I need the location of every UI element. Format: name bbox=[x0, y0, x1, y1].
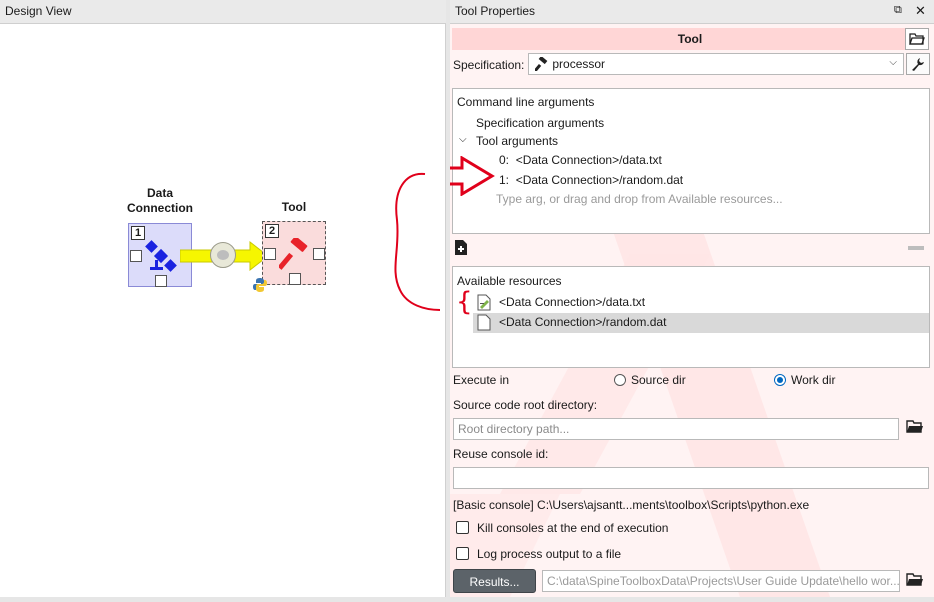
data-connection-name-line1: Data bbox=[146, 186, 173, 200]
source-root-label: Source code root directory: bbox=[453, 398, 598, 412]
add-arg-button[interactable] bbox=[454, 239, 472, 257]
item-number: 2 bbox=[265, 224, 279, 238]
annotation-brace: { bbox=[456, 287, 473, 317]
kill-consoles-checkbox[interactable]: Kill consoles at the end of execution bbox=[456, 521, 668, 535]
bottom-connector[interactable] bbox=[155, 275, 167, 287]
tool-item-name-label: Tool bbox=[677, 32, 703, 46]
tool-properties-title-bar: Tool Properties ⧉ ✕ bbox=[450, 0, 934, 24]
item-number: 1 bbox=[131, 226, 145, 240]
work-dir-label: Work dir bbox=[791, 373, 836, 387]
wrench-icon bbox=[912, 58, 924, 71]
radio-indicator bbox=[774, 374, 786, 386]
tool-item[interactable]: 2 bbox=[262, 221, 326, 285]
kill-consoles-label: Kill consoles at the end of execution bbox=[477, 521, 669, 535]
results-path-input[interactable]: C:\data\SpineToolboxData\Projects\User G… bbox=[542, 570, 900, 592]
bottom-border bbox=[0, 597, 934, 602]
resource-label: <Data Connection>/data.txt bbox=[499, 295, 646, 309]
folder-open-icon bbox=[906, 420, 923, 433]
minus-icon bbox=[908, 246, 924, 250]
open-results-button[interactable] bbox=[906, 572, 928, 592]
tool-arg-row[interactable]: 1: <Data Connection>/random.dat bbox=[499, 173, 683, 187]
file-icon bbox=[477, 314, 491, 331]
checkbox-indicator bbox=[456, 547, 469, 560]
reuse-console-label: Reuse console id: bbox=[453, 447, 549, 461]
arg-placeholder[interactable]: Type arg, or drag and drop from Availabl… bbox=[496, 192, 783, 206]
arg-value: <Data Connection>/data.txt bbox=[515, 153, 662, 167]
folder-open-icon bbox=[909, 33, 925, 45]
reuse-console-input[interactable] bbox=[453, 467, 929, 489]
source-dir-label: Source dir bbox=[631, 373, 686, 387]
float-icon[interactable]: ⧉ bbox=[894, 4, 902, 17]
hammer-icon bbox=[533, 55, 548, 73]
chevron-down-icon[interactable]: ⌵ bbox=[459, 134, 467, 145]
specification-value: processor bbox=[552, 57, 606, 71]
specification-args-item[interactable]: Specification arguments bbox=[476, 116, 604, 130]
specification-label: Specification: bbox=[453, 58, 525, 72]
checkbox-indicator bbox=[456, 521, 469, 534]
remove-arg-button[interactable] bbox=[908, 244, 926, 252]
left-connector[interactable] bbox=[264, 248, 276, 260]
root-directory-input[interactable]: Root directory path... bbox=[453, 418, 899, 440]
edit-specification-button[interactable] bbox=[906, 53, 930, 75]
resource-item-selected[interactable]: <Data Connection>/random.dat bbox=[473, 313, 929, 333]
data-connection-name: Data Connection bbox=[120, 186, 200, 216]
left-connector[interactable] bbox=[130, 250, 142, 262]
satellite-icon bbox=[145, 240, 177, 272]
specification-combobox[interactable]: processor ⌵ bbox=[528, 53, 904, 75]
bottom-connector[interactable] bbox=[289, 273, 301, 285]
arg-index: 1: bbox=[499, 173, 510, 187]
command-line-args-panel: Command line arguments Specification arg… bbox=[452, 88, 930, 234]
tool-arg-row[interactable]: 0: <Data Connection>/data.txt bbox=[499, 153, 662, 167]
log-output-checkbox[interactable]: Log process output to a file bbox=[456, 547, 621, 561]
kernel-info: [Basic console] C:\Users\ajsantt...ments… bbox=[453, 498, 810, 512]
design-view-title: Design View bbox=[0, 0, 446, 24]
available-resources-panel: Available resources <Data Connection>/da… bbox=[452, 266, 930, 368]
design-canvas[interactable] bbox=[0, 24, 446, 597]
execute-in-label: Execute in bbox=[453, 373, 510, 387]
file-edit-icon bbox=[477, 294, 491, 311]
available-resources-title: Available resources bbox=[457, 274, 562, 288]
annotation-arrow bbox=[450, 156, 495, 196]
browse-root-button[interactable] bbox=[906, 419, 928, 439]
open-folder-button[interactable] bbox=[905, 28, 929, 50]
folder-open-icon bbox=[906, 573, 923, 586]
arg-index: 0: bbox=[499, 153, 510, 167]
tool-item-name: Tool bbox=[281, 200, 307, 214]
right-connector[interactable] bbox=[313, 248, 325, 260]
radio-indicator bbox=[614, 374, 626, 386]
resource-label: <Data Connection>/random.dat bbox=[499, 315, 667, 329]
item-name-bar: Tool bbox=[452, 28, 928, 50]
work-dir-radio[interactable]: Work dir bbox=[774, 373, 835, 387]
python-icon bbox=[253, 278, 267, 292]
resource-item[interactable]: <Data Connection>/data.txt bbox=[473, 293, 929, 313]
tool-properties-title: Tool Properties bbox=[455, 4, 536, 18]
results-button[interactable]: Results... bbox=[453, 569, 536, 593]
annotation-curve bbox=[394, 172, 441, 311]
close-icon[interactable]: ✕ bbox=[915, 3, 926, 19]
command-line-title: Command line arguments bbox=[457, 95, 595, 109]
file-plus-icon bbox=[455, 240, 467, 255]
data-connection-name-line2: Connection bbox=[127, 201, 193, 215]
arg-value: <Data Connection>/random.dat bbox=[515, 173, 684, 187]
hammer-icon bbox=[279, 238, 308, 270]
source-dir-radio[interactable]: Source dir bbox=[614, 373, 686, 387]
tool-properties-body: Tool Specification: processor ⌵ Command … bbox=[450, 24, 934, 597]
tool-args-item[interactable]: Tool arguments bbox=[476, 134, 558, 148]
link-filter-icon[interactable] bbox=[210, 242, 236, 268]
chevron-down-icon: ⌵ bbox=[889, 57, 897, 68]
log-output-label: Log process output to a file bbox=[477, 547, 622, 561]
